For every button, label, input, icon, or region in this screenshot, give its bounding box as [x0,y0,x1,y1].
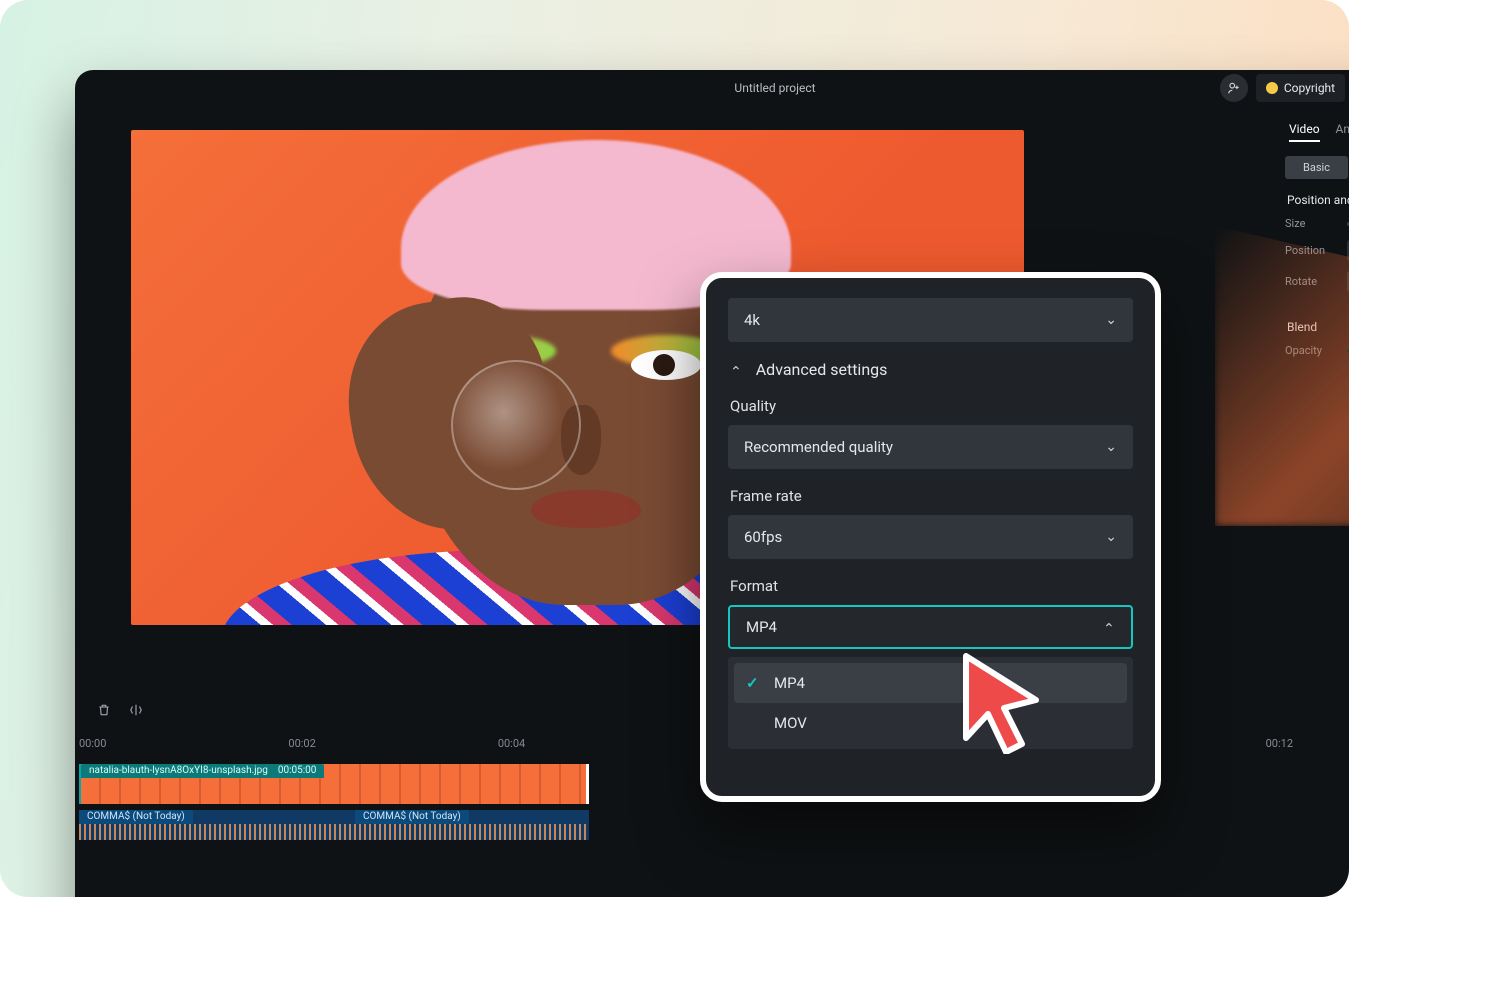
format-option-mov[interactable]: MOV [734,703,1127,743]
video-clip-name: natalia-blauth-lysnA8OxYI8-unsplash.jpg [89,765,268,777]
copyright-button[interactable]: Copyright [1256,74,1345,102]
section-blend: Blend [1287,320,1349,334]
ruler-mark: 00:04 [498,737,707,750]
quality-label: Quality [730,397,1133,415]
export-settings-popup: 4k ⌄ ⌄ Advanced settings Quality Recomme… [700,272,1161,802]
check-icon: ✓ [746,674,762,692]
audio-clip-chip-b: COMMA$ (Not Today) [355,810,469,824]
format-value: MP4 [746,618,777,636]
format-label: Format [730,577,1133,595]
opacity-slider[interactable] [1347,349,1349,353]
resolution-value: 4k [744,311,760,329]
copyright-label: Copyright [1284,81,1335,95]
resolution-select[interactable]: 4k ⌄ [728,298,1133,342]
framerate-select[interactable]: 60fps ⌄ [728,515,1133,559]
opacity-label: Opacity [1285,344,1337,357]
ruler-mark: 00:12 [1266,737,1349,750]
quality-select[interactable]: Recommended quality ⌄ [728,425,1133,469]
rotate-label: Rotate [1285,275,1337,288]
rotate-row: Rotate X0° [1285,271,1349,292]
topbar: Untitled project Copyright Export [75,70,1349,106]
trash-icon[interactable] [97,703,111,720]
mirror-icon[interactable] [129,703,143,720]
subtab-basic[interactable]: Basic [1285,156,1348,179]
section-position-size: Position and size [1287,193,1349,207]
advanced-settings-label: Advanced settings [756,360,888,379]
format-option-mp4[interactable]: ✓ MP4 [734,663,1127,703]
rotate-input[interactable]: X0° [1347,271,1349,292]
video-track-clip[interactable]: natalia-blauth-lysnA8OxYI8-unsplash.jpg … [79,764,589,804]
project-title: Untitled project [734,81,815,95]
chevron-down-icon: ⌄ [1105,529,1117,545]
advanced-settings-toggle[interactable]: ⌄ Advanced settings [730,360,1133,379]
chevron-up-icon: ⌄ [730,362,742,378]
share-icon[interactable] [1220,74,1248,102]
promo-stage: Untitled project Copyright Export [0,0,1349,897]
ruler-mark: 00:00 [79,737,288,750]
properties-panel: Video Animation Basic Bac Position and s… [1275,106,1349,691]
ruler-mark: 00:02 [288,737,497,750]
framerate-label: Frame rate [730,487,1133,505]
size-label: Size [1285,217,1337,230]
position-row: Position X0 Y [1285,240,1349,261]
audio-waveform [79,824,589,840]
properties-subtabs: Basic Bac [1285,156,1349,179]
video-clip-duration: 00:05:00 [278,765,317,777]
opacity-row: Opacity [1285,344,1349,357]
tab-animation[interactable]: Animation [1336,122,1349,142]
position-x-input[interactable]: X0 [1347,240,1349,261]
chevron-down-icon: ⌄ [1105,312,1117,328]
audio-track-clip[interactable]: COMMA$ (Not Today) COMMA$ (Not Today) [79,810,589,840]
size-slider[interactable] [1347,222,1349,226]
format-option-label: MP4 [774,674,805,692]
warning-dot-icon [1266,82,1278,94]
format-options: ✓ MP4 MOV [728,657,1133,749]
audio-clip-chip-a: COMMA$ (Not Today) [79,810,193,824]
chevron-up-icon: ⌄ [1103,619,1115,635]
tab-video[interactable]: Video [1289,122,1320,142]
topbar-right: Copyright Export [1220,74,1349,102]
chevron-down-icon: ⌄ [1105,439,1117,455]
quality-value: Recommended quality [744,438,893,456]
format-option-label: MOV [774,714,807,732]
video-clip-chip: natalia-blauth-lysnA8OxYI8-unsplash.jpg … [81,764,324,778]
format-select[interactable]: MP4 ⌄ [728,605,1133,649]
position-label: Position [1285,244,1337,257]
size-row: Size [1285,217,1349,230]
framerate-value: 60fps [744,528,782,546]
properties-tabs: Video Animation [1285,118,1349,150]
